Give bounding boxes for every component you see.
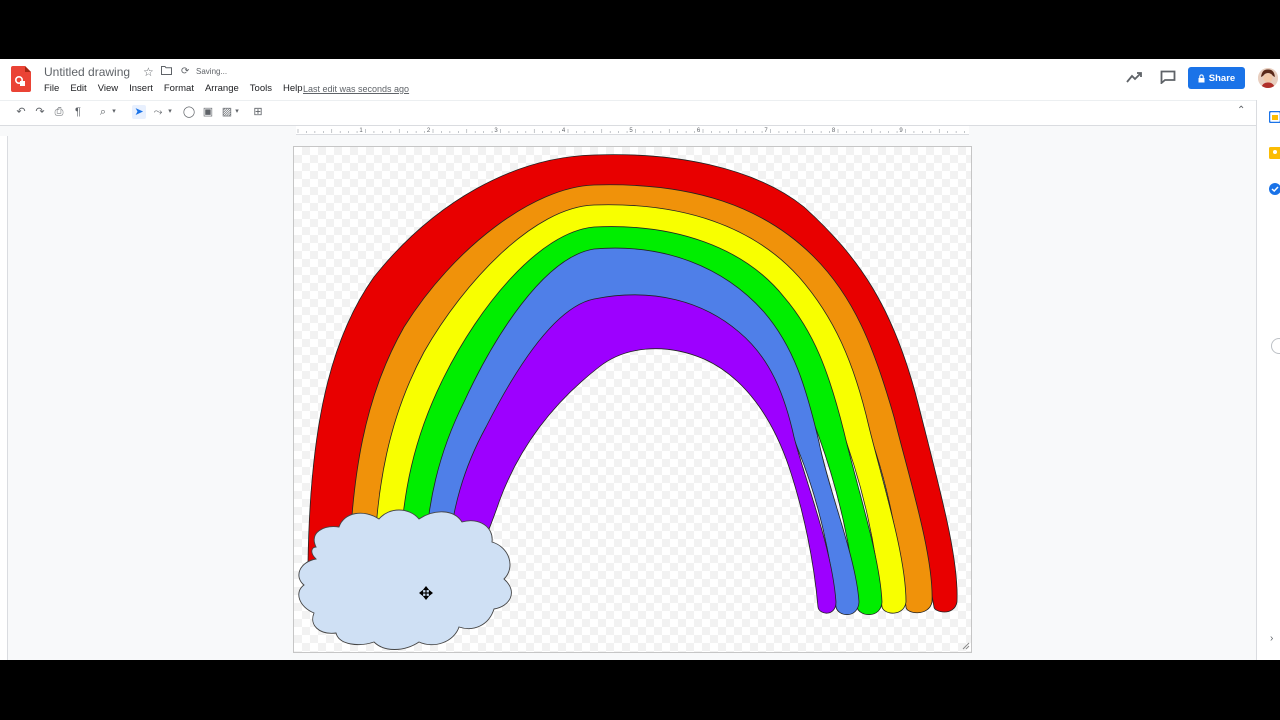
menu-arrange[interactable]: Arrange: [205, 83, 244, 97]
text-box-icon[interactable]: ▣: [201, 105, 215, 119]
last-edit-link[interactable]: Last edit was seconds ago: [303, 84, 409, 94]
sync-icon: ⟳: [181, 66, 190, 77]
select-icon[interactable]: ➤: [132, 105, 146, 119]
comments-icon[interactable]: [1160, 70, 1176, 84]
vertical-ruler: [0, 136, 8, 660]
star-icon[interactable]: ☆: [143, 65, 154, 79]
menu-edit[interactable]: Edit: [70, 83, 91, 97]
side-panel: ›: [1256, 100, 1280, 660]
top-bar: Untitled drawing ☆ ⟳ Saving... File Edit…: [0, 59, 1280, 100]
ruler-label: 2: [427, 128, 431, 134]
menu-tools[interactable]: Tools: [250, 83, 277, 97]
cloud-shape[interactable]: [298, 509, 512, 650]
shape-icon[interactable]: ◯: [182, 105, 196, 119]
document-title[interactable]: Untitled drawing: [44, 65, 130, 79]
ruler-label: 5: [629, 128, 633, 134]
account-avatar[interactable]: [1258, 68, 1278, 88]
horizontal-ruler: 1 2 3 4 5 6 7 8 9: [296, 126, 969, 135]
paint-format-icon[interactable]: ¶: [71, 105, 85, 119]
menu-file[interactable]: File: [44, 83, 64, 97]
comment-add-icon[interactable]: ⊞: [251, 105, 265, 119]
ruler-label: 6: [697, 128, 701, 134]
redo-icon[interactable]: ↷: [33, 105, 47, 119]
menu-view[interactable]: View: [98, 83, 123, 97]
drawing-layer: [298, 154, 958, 650]
saving-status: Saving...: [196, 67, 228, 76]
calendar-icon[interactable]: [1269, 111, 1280, 123]
image-icon[interactable]: ▨: [220, 105, 234, 119]
expand-chevron-icon[interactable]: ›: [1270, 633, 1273, 644]
collapse-chevron-icon[interactable]: ⌃: [1237, 105, 1245, 116]
tasks-icon[interactable]: [1269, 183, 1280, 195]
line-dropdown-chevron-icon[interactable]: ▾: [166, 105, 174, 119]
drawings-app: Untitled drawing ☆ ⟳ Saving... File Edit…: [0, 59, 1280, 660]
share-button[interactable]: Share: [1188, 67, 1245, 89]
share-label: Share: [1208, 72, 1236, 84]
ruler-label: 4: [562, 128, 566, 134]
ruler-label: 1: [359, 128, 363, 134]
undo-icon[interactable]: ↶: [14, 105, 28, 119]
menu-format[interactable]: Format: [164, 83, 199, 97]
print-icon[interactable]: ⎙: [52, 105, 66, 119]
side-panel-toggle[interactable]: [1271, 338, 1280, 354]
menu-insert[interactable]: Insert: [129, 83, 158, 97]
keep-icon[interactable]: [1269, 147, 1280, 159]
ruler-label: 9: [899, 128, 903, 134]
toolbar: ↶ ↷ ⎙ ¶ ⌕ ▾ ➤ ⤳ ▾ ◯ ▣ ▨ ▾ ⊞ ⌃: [0, 100, 1256, 126]
activity-dashboard-icon[interactable]: [1126, 71, 1142, 83]
image-dropdown-chevron-icon[interactable]: ▾: [233, 105, 241, 119]
ruler-label: 7: [764, 128, 768, 134]
line-icon[interactable]: ⤳: [151, 105, 165, 119]
ruler-label: 8: [832, 128, 836, 134]
move-to-folder-icon[interactable]: [161, 66, 172, 75]
resize-handle-icon[interactable]: [962, 642, 970, 650]
ruler-label: 3: [494, 128, 498, 134]
lock-icon: [1198, 73, 1205, 82]
drawing-canvas[interactable]: [293, 146, 972, 653]
zoom-icon[interactable]: ⌕: [96, 105, 110, 119]
menu-bar: File Edit View Insert Format Arrange Too…: [44, 83, 314, 97]
drawings-logo-icon[interactable]: [11, 66, 31, 92]
zoom-dropdown-chevron-icon[interactable]: ▾: [110, 105, 118, 119]
